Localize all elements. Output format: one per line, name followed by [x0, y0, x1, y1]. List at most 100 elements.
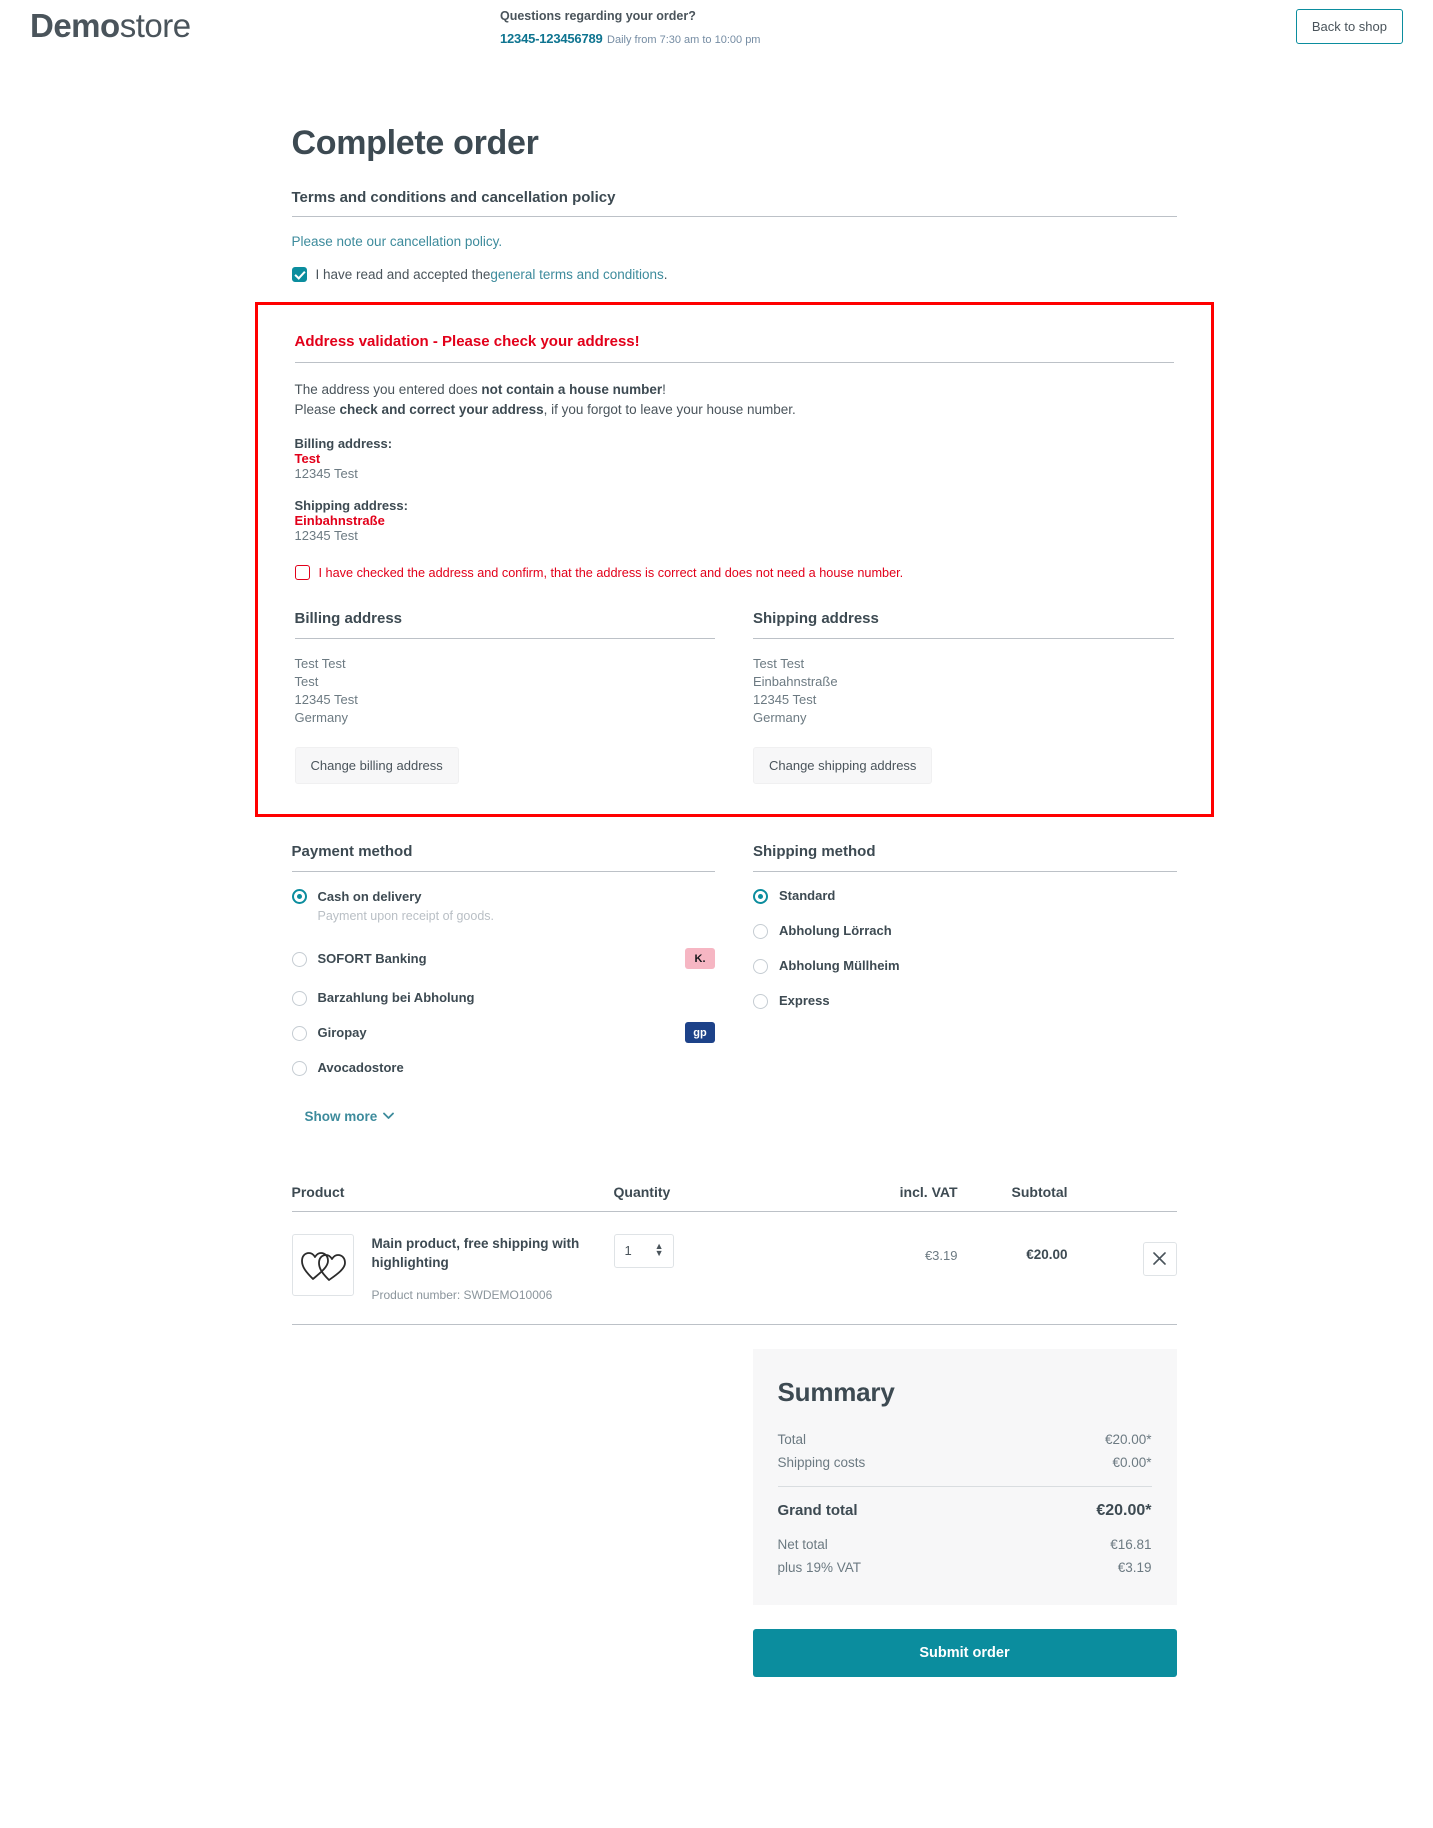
validation-billing-city: 12345 Test	[294, 466, 358, 482]
payment-option-avocadostore[interactable]: Avocadostore	[291, 1060, 716, 1077]
logo-bold: Demo	[30, 7, 120, 44]
payment-method-block: Payment method Cash on delivery Payment …	[291, 843, 716, 1126]
terms-accept-prefix: I have read and accepted the	[315, 267, 491, 282]
payment-option-giropay[interactable]: Giropay gp	[291, 1022, 715, 1044]
giropay-icon: gp	[685, 1022, 715, 1044]
summary-title: Summary	[777, 1377, 895, 1408]
terms-accept-checkbox[interactable]	[291, 267, 307, 282]
shipping-option-standard[interactable]: Standard	[753, 888, 1177, 905]
billing-address-heading: Billing address	[294, 610, 715, 640]
table-row: Main product, free shipping with highlig…	[291, 1212, 1177, 1326]
submit-order-button[interactable]: Submit order	[752, 1629, 1177, 1678]
validation-shipping-label: Shipping address:	[294, 498, 408, 514]
change-shipping-address-button[interactable]: Change shipping address	[753, 747, 933, 785]
show-more-label: Show more	[304, 1108, 378, 1124]
shipping-option-abholung-loerrach[interactable]: Abholung Lörrach	[753, 923, 1177, 940]
general-terms-link[interactable]: general terms and conditions	[490, 267, 663, 282]
shipping-address-heading: Shipping address	[753, 610, 1174, 640]
billing-line-2: Test	[294, 674, 319, 690]
quantity-select[interactable]: 1	[613, 1233, 674, 1268]
payment-option-sofort-banking[interactable]: SOFORT Banking K.	[291, 948, 715, 970]
summary-value-shipping: €0.00*	[1112, 1455, 1152, 1471]
cancellation-policy-link[interactable]: Please note our cancellation policy.	[292, 234, 503, 249]
address-confirm-checkbox[interactable]	[294, 565, 310, 581]
payment-radio-sofort-banking[interactable]	[291, 952, 307, 968]
contact-hours: Daily from 7:30 am to 10:00 pm	[607, 33, 761, 46]
validation-shipping-street: Einbahnstraße	[294, 513, 385, 529]
summary-label-shipping: Shipping costs	[777, 1455, 866, 1471]
site-header: Demostore Questions regarding your order…	[0, 0, 1433, 64]
cart-vat-cell: €3.19	[810, 1234, 958, 1263]
summary-area: Summary Total €20.00* Shipping costs €0.…	[292, 1349, 1177, 1606]
billing-line-4: Germany	[294, 710, 348, 726]
cart-subtotal-cell: €20.00	[958, 1234, 1068, 1262]
remove-product-button[interactable]	[1142, 1241, 1177, 1276]
address-columns: Billing address Test Test Test 12345 Tes…	[294, 610, 1174, 785]
payment-label-avocadostore: Avocadostore	[317, 1060, 404, 1076]
quantity-stepper[interactable]: 1 ▲ ▼	[613, 1233, 674, 1268]
payment-radio-cash-on-delivery[interactable]	[291, 889, 307, 905]
address-validation-box: Address validation - Please check your a…	[254, 302, 1214, 818]
summary-label-total: Total	[777, 1432, 807, 1448]
summary-row-net-total: Net total €16.81	[778, 1533, 1152, 1556]
shipping-option-express[interactable]: Express	[753, 993, 1177, 1010]
payment-radio-barzahlung-bei-abholung[interactable]	[291, 991, 307, 1007]
contact-phone[interactable]: 12345-123456789	[500, 31, 603, 46]
product-name[interactable]: Main product, free shipping with highlig…	[372, 1234, 590, 1272]
cart-table-header: Product Quantity incl. VAT Subtotal	[291, 1183, 1177, 1212]
validation-line1-c: !	[662, 382, 666, 397]
column-header-quantity: Quantity	[613, 1183, 671, 1200]
payment-label-giropay: Giropay	[317, 1025, 367, 1041]
shipping-line-1: Test Test	[753, 656, 805, 672]
shipping-label-express: Express	[779, 993, 830, 1009]
validation-line1-b: not contain a house number	[481, 382, 663, 397]
product-subtotal-value: €20.00	[1026, 1246, 1068, 1262]
cart-remove-cell	[1068, 1234, 1177, 1276]
cart-table: Product Quantity incl. VAT Subtotal Main…	[291, 1183, 1177, 1326]
product-thumbnail[interactable]	[291, 1233, 354, 1296]
summary-label-vat: plus 19% VAT	[777, 1560, 862, 1576]
shipping-method-block: Shipping method Standard Abholung Lörrac…	[753, 843, 1177, 1126]
validation-line2-c: , if you forgot to leave your house numb…	[543, 401, 796, 417]
shipping-label-standard: Standard	[779, 888, 836, 904]
shipping-address-block: Shipping address Test Test Einbahnstraße…	[753, 610, 1174, 785]
payment-desc-cash-on-delivery: Payment upon receipt of goods.	[317, 909, 495, 924]
validation-line-2: Please check and correct your address, i…	[295, 400, 1174, 420]
show-more-payments-button[interactable]: Show more	[305, 1109, 395, 1124]
column-header-vat: incl. VAT	[899, 1183, 958, 1200]
payment-label-barzahlung-bei-abholung: Barzahlung bei Abholung	[317, 990, 475, 1006]
validation-line-1: The address you entered does not contain…	[295, 380, 1174, 400]
terms-accept-suffix: .	[663, 267, 668, 282]
summary-label-net-total: Net total	[777, 1537, 828, 1553]
terms-accept-row[interactable]: I have read and accepted the general ter…	[291, 267, 1177, 282]
store-logo[interactable]: Demostore	[30, 6, 191, 46]
validation-shipping-city: 12345 Test	[294, 528, 358, 544]
shipping-option-abholung-muellheim[interactable]: Abholung Müllheim	[753, 958, 1177, 975]
shipping-line-2: Einbahnstraße	[753, 674, 838, 690]
column-header-product: Product	[291, 1183, 345, 1200]
klarna-icon: K.	[685, 948, 715, 970]
shipping-label-abholung-loerrach: Abholung Lörrach	[779, 923, 892, 939]
payment-radio-giropay[interactable]	[291, 1026, 307, 1042]
address-confirm-row[interactable]: I have checked the address and confirm, …	[294, 565, 1174, 581]
column-header-subtotal: Subtotal	[1011, 1183, 1068, 1200]
summary-value-net-total: €16.81	[1110, 1537, 1152, 1553]
methods-section: Payment method Cash on delivery Payment …	[291, 843, 1177, 1126]
payment-radio-avocadostore[interactable]	[291, 1061, 307, 1077]
shipping-radio-abholung-loerrach[interactable]	[753, 924, 768, 940]
summary-value-grand-total: €20.00*	[1096, 1502, 1152, 1520]
shipping-radio-express[interactable]	[753, 994, 768, 1010]
payment-option-barzahlung-bei-abholung[interactable]: Barzahlung bei Abholung	[291, 990, 716, 1007]
back-to-shop-button[interactable]: Back to shop	[1295, 9, 1403, 44]
change-billing-address-button[interactable]: Change billing address	[294, 747, 459, 785]
summary-row-grand-total: Grand total €20.00*	[778, 1497, 1152, 1525]
payment-method-heading: Payment method	[291, 843, 715, 873]
validation-line2-a: Please	[294, 401, 340, 417]
page-title: Complete order	[291, 124, 539, 162]
payment-option-cash-on-delivery[interactable]: Cash on delivery Payment upon receipt of…	[291, 888, 716, 924]
order-summary: Summary Total €20.00* Shipping costs €0.…	[752, 1349, 1177, 1606]
shipping-radio-abholung-muellheim[interactable]	[753, 959, 768, 975]
summary-row-total: Total €20.00*	[778, 1428, 1152, 1451]
validation-line2-b: check and correct your address	[339, 401, 544, 417]
shipping-radio-standard[interactable]	[753, 889, 768, 905]
